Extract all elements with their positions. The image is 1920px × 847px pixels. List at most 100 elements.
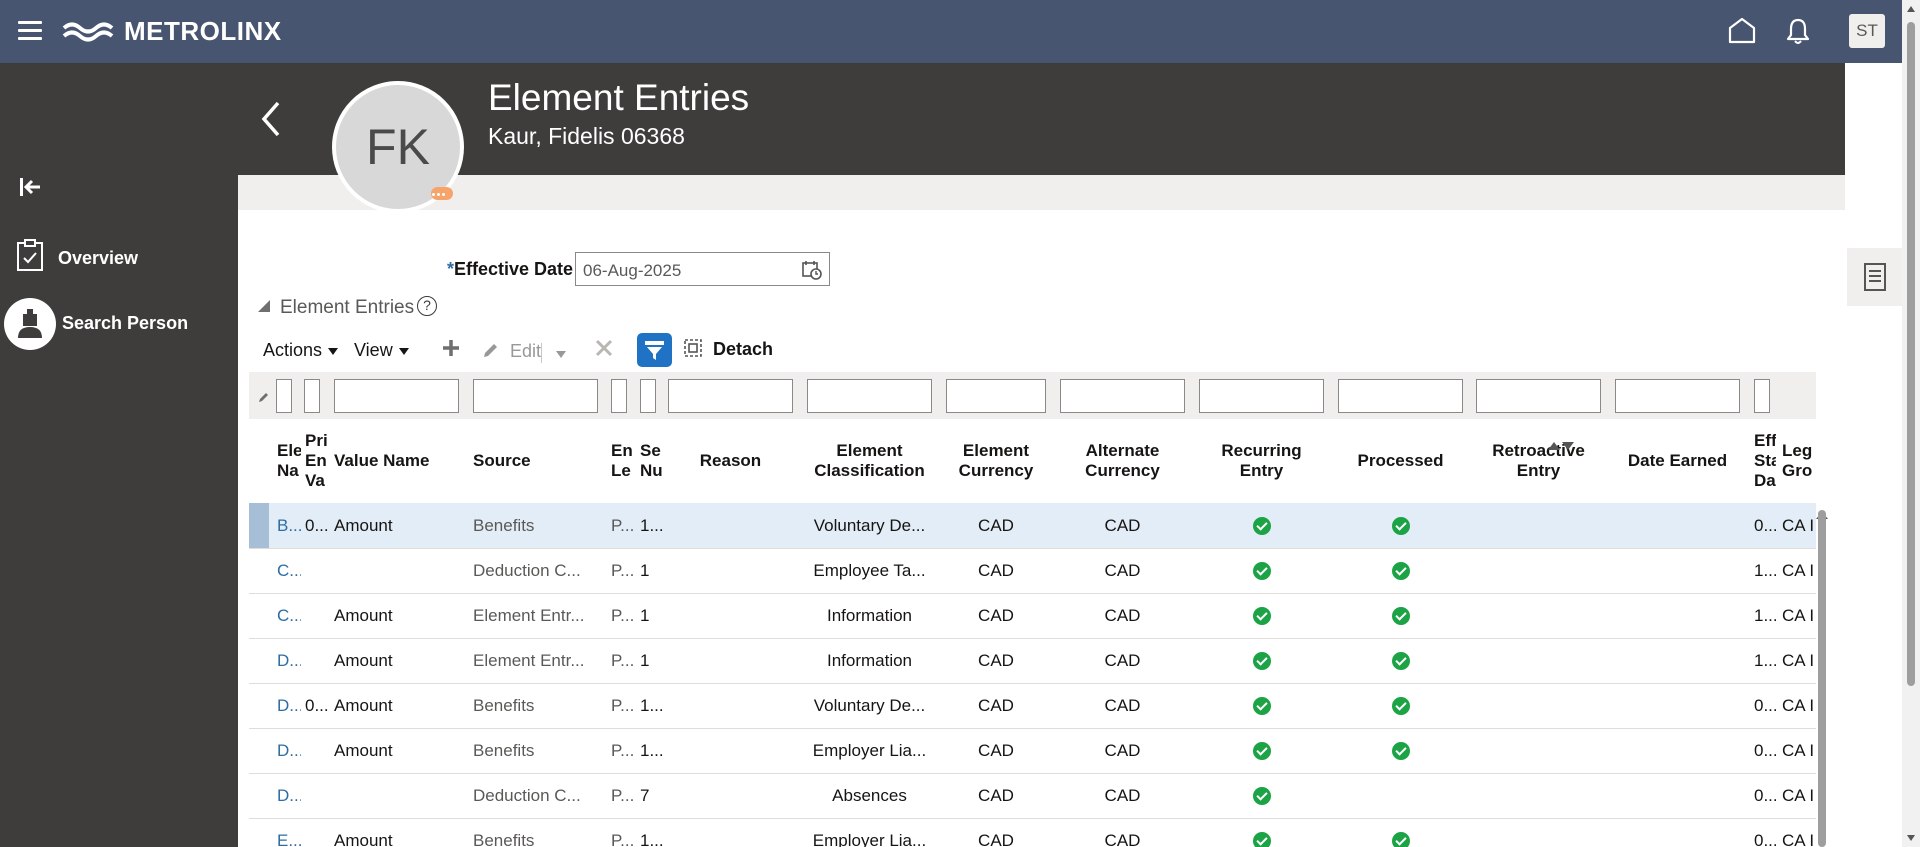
cell-source: Benefits <box>473 831 535 847</box>
sidebar-item-label: Search Person <box>62 313 189 333</box>
filter-input-element-currency[interactable] <box>946 379 1046 413</box>
delete-icon[interactable] <box>594 338 614 363</box>
table-scrollbar-thumb[interactable] <box>1818 510 1826 847</box>
cell-effective-start: 1... <box>1754 606 1776 625</box>
cell-element-name[interactable]: E... <box>277 818 301 847</box>
clear-filter-icon[interactable] <box>257 390 271 404</box>
filter-input-alternate-currency[interactable] <box>1060 379 1185 413</box>
column-header-element-currency[interactable]: Element Currency <box>946 419 1046 503</box>
cell-element-name[interactable]: D... <box>277 638 301 683</box>
home-icon[interactable] <box>1727 16 1757 49</box>
column-header-reason[interactable]: Reason <box>668 419 793 503</box>
scrollbar-thumb[interactable] <box>1907 22 1915 686</box>
calendar-icon[interactable] <box>801 259 823 286</box>
cell-element-name[interactable]: C... <box>277 593 301 638</box>
view-menu[interactable]: View <box>354 340 409 361</box>
column-header-classification[interactable]: Element Classification <box>807 419 932 503</box>
menu-icon[interactable] <box>18 21 42 41</box>
cell-element-name[interactable]: D... <box>277 728 301 773</box>
bell-icon[interactable] <box>1784 16 1812 51</box>
page-scrollbar[interactable] <box>1902 0 1920 847</box>
cell-primary <box>305 818 329 847</box>
effective-date-input[interactable]: 06-Aug-2025 <box>575 252 830 286</box>
cell-element-name[interactable]: B... <box>277 503 301 548</box>
column-header-value-name[interactable]: Value Name <box>334 419 469 503</box>
column-header-processed[interactable]: Processed <box>1338 419 1463 503</box>
page-header <box>238 63 1845 175</box>
cell-element-name[interactable]: D... <box>277 683 301 728</box>
column-header-source[interactable]: Source <box>473 419 608 503</box>
cell-alternate-currency: CAD <box>1104 786 1141 805</box>
filter-input-element-name[interactable] <box>276 379 292 413</box>
column-header-sequence[interactable]: Se Nu <box>640 419 664 503</box>
recurring-check-icon <box>1253 607 1271 625</box>
cell-sequence: 1 <box>640 651 650 670</box>
back-chevron-icon[interactable] <box>260 100 282 143</box>
edit-button[interactable]: Edit <box>481 340 541 362</box>
help-icon[interactable]: ? <box>417 296 437 316</box>
scroll-up-arrow-icon[interactable] <box>1907 6 1915 12</box>
table-row[interactable]: D... Amount Element Entr... P... 1 Informatio… <box>249 638 1816 684</box>
column-header-legislative-group[interactable]: Leg Gro <box>1782 419 1816 503</box>
cell-primary <box>305 728 329 773</box>
table-row[interactable]: D... Deduction C... P... 7 Absences CAD CAD 0..… <box>249 773 1816 819</box>
side-panel-toggle[interactable] <box>1847 248 1902 306</box>
filter-input-effective-start[interactable] <box>1754 379 1770 413</box>
processed-check-icon <box>1392 742 1410 760</box>
filter-input-source[interactable] <box>473 379 598 413</box>
detach-button[interactable]: Detach <box>683 338 773 360</box>
table-row[interactable]: D... Amount Benefits P... 1... Employer Lia..… <box>249 728 1816 774</box>
brand-logo[interactable]: METROLINX <box>62 16 282 46</box>
metrolinx-wave-icon <box>62 22 114 42</box>
filter-input-classification[interactable] <box>807 379 932 413</box>
column-header-effective-start[interactable]: Eff Sta Da <box>1754 419 1776 503</box>
filter-input-sequence[interactable] <box>640 379 656 413</box>
column-header-element-name[interactable]: Ele Na <box>277 419 301 503</box>
actions-menu[interactable]: Actions <box>263 340 339 361</box>
column-header-retroactive[interactable]: Retroactive Entry <box>1476 419 1601 503</box>
sort-ascending-icon[interactable] <box>1548 442 1560 450</box>
cell-element-name[interactable]: C... <box>277 548 301 593</box>
table-row[interactable]: B... 0... Amount Benefits P... 1... Voluntary … <box>249 503 1816 549</box>
column-header-primary[interactable]: Pri En Va <box>305 419 329 503</box>
effective-date-value[interactable]: 06-Aug-2025 <box>583 261 681 281</box>
sidebar-item-search-person[interactable]: Search Person <box>0 298 238 350</box>
filter-input-reason[interactable] <box>668 379 793 413</box>
column-header-alternate-currency[interactable]: Alternate Currency <box>1060 419 1185 503</box>
filter-input-value-name[interactable] <box>334 379 459 413</box>
query-by-example-button[interactable] <box>637 333 672 367</box>
filter-input-primary[interactable] <box>304 379 320 413</box>
table-row[interactable]: C... Deduction C... P... 1 Employee Ta... CAD… <box>249 548 1816 594</box>
recurring-check-icon <box>1253 697 1271 715</box>
cell-value-name: Amount <box>334 606 393 625</box>
user-avatar-button[interactable]: ST <box>1849 14 1885 48</box>
filter-input-date-earned[interactable] <box>1615 379 1740 413</box>
column-header-date-earned[interactable]: Date Earned <box>1615 419 1740 503</box>
cell-alternate-currency: CAD <box>1104 696 1141 715</box>
edit-label: Edit <box>510 341 542 361</box>
recurring-check-icon <box>1253 787 1271 805</box>
cell-value-name <box>334 548 469 593</box>
section-collapse-icon[interactable] <box>258 300 270 312</box>
sidebar-item-label: Overview <box>58 248 139 268</box>
filter-input-entry-level[interactable] <box>611 379 627 413</box>
table-row[interactable]: E... Amount Benefits P... 1... Employer Lia..… <box>249 818 1816 847</box>
column-header-recurring[interactable]: Recurring Entry <box>1199 419 1324 503</box>
cell-element-name[interactable]: D... <box>277 773 301 818</box>
cell-value-name: Amount <box>334 741 393 760</box>
scroll-down-arrow-icon[interactable] <box>1907 835 1915 841</box>
more-options-icon[interactable] <box>431 187 453 200</box>
filter-input-recurring[interactable] <box>1199 379 1324 413</box>
sort-descending-icon[interactable] <box>1562 442 1574 450</box>
filter-input-retroactive[interactable] <box>1476 379 1601 413</box>
collapse-sidebar-icon[interactable] <box>18 175 44 204</box>
filter-input-processed[interactable] <box>1338 379 1463 413</box>
cell-effective-start: 0... <box>1754 696 1776 715</box>
add-icon[interactable] <box>441 337 461 364</box>
column-header-entry-level[interactable]: En Le <box>611 419 635 503</box>
table-row[interactable]: C... Amount Element Entr... P... 1 Informatio… <box>249 593 1816 639</box>
chevron-down-icon <box>398 347 409 355</box>
sidebar-item-overview[interactable]: Overview <box>0 233 238 279</box>
table-row[interactable]: D... 0... Amount Benefits P... 1... Voluntary … <box>249 683 1816 729</box>
more-chevron-down-icon[interactable] <box>556 343 566 364</box>
